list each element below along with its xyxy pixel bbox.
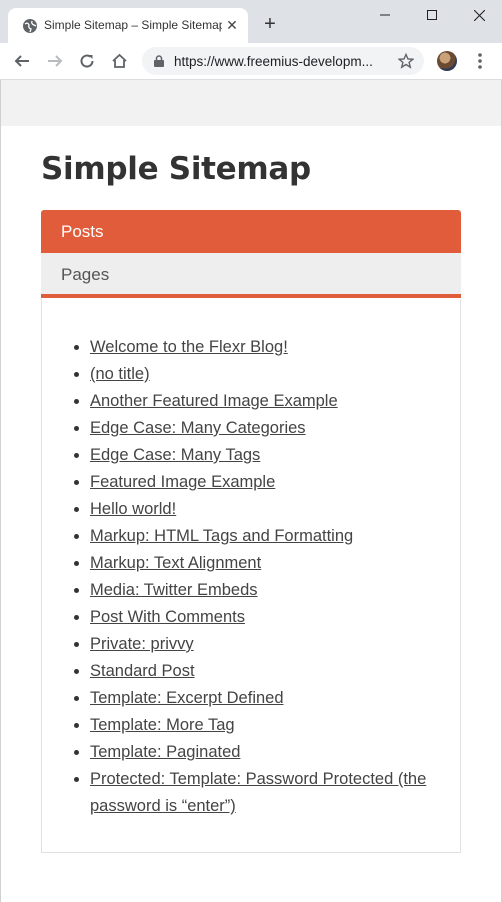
- tab-posts[interactable]: Posts: [41, 210, 461, 253]
- globe-icon: [23, 19, 37, 33]
- list-item: Private: privvy: [74, 631, 440, 658]
- sitemap-tabs: Posts Pages: [41, 210, 461, 298]
- post-link[interactable]: Edge Case: Many Tags: [90, 446, 260, 464]
- lock-icon: [154, 55, 164, 67]
- browser-toolbar: https://www.freemius-developm...: [0, 43, 502, 80]
- post-link[interactable]: Template: Excerpt Defined: [90, 689, 284, 707]
- profile-avatar[interactable]: [437, 51, 457, 71]
- list-item: Markup: Text Alignment: [74, 550, 440, 577]
- forward-arrow-icon[interactable]: [45, 51, 65, 71]
- list-item: Featured Image Example: [74, 469, 440, 496]
- close-window-icon[interactable]: [456, 0, 502, 30]
- list-item: Edge Case: Many Tags: [74, 442, 440, 469]
- tab-pages[interactable]: Pages: [41, 253, 461, 298]
- post-link[interactable]: Protected: Template: Password Protected …: [90, 770, 426, 815]
- maximize-icon[interactable]: [409, 0, 455, 30]
- post-link[interactable]: Private: privvy: [90, 635, 194, 653]
- post-link[interactable]: (no title): [90, 365, 150, 383]
- browser-tab[interactable]: Simple Sitemap – Simple Sitemap ✕: [8, 8, 248, 43]
- list-item: Welcome to the Flexr Blog!: [74, 334, 440, 361]
- address-bar[interactable]: https://www.freemius-developm...: [142, 47, 424, 75]
- post-link[interactable]: Welcome to the Flexr Blog!: [90, 338, 288, 356]
- list-item: Template: Paginated: [74, 739, 440, 766]
- list-item: Another Featured Image Example: [74, 388, 440, 415]
- post-link-list: Welcome to the Flexr Blog! (no title) An…: [74, 334, 440, 820]
- list-item: Protected: Template: Password Protected …: [74, 766, 440, 820]
- list-item: Template: More Tag: [74, 712, 440, 739]
- reload-icon[interactable]: [77, 51, 97, 71]
- post-link[interactable]: Template: Paginated: [90, 743, 240, 761]
- browser-tab-bar: Simple Sitemap – Simple Sitemap ✕ +: [0, 0, 502, 43]
- back-arrow-icon[interactable]: [12, 51, 32, 71]
- site-header-band: [0, 80, 502, 126]
- list-item: Media: Twitter Embeds: [74, 577, 440, 604]
- post-link[interactable]: Hello world!: [90, 500, 176, 518]
- close-tab-icon[interactable]: ✕: [224, 17, 240, 33]
- post-link[interactable]: Standard Post: [90, 662, 195, 680]
- sitemap-panel: Welcome to the Flexr Blog! (no title) An…: [41, 299, 461, 853]
- post-link[interactable]: Edge Case: Many Categories: [90, 419, 306, 437]
- new-tab-button[interactable]: +: [262, 14, 278, 34]
- post-link[interactable]: Template: More Tag: [90, 716, 235, 734]
- list-item: Standard Post: [74, 658, 440, 685]
- window-border-left: [0, 80, 1, 902]
- page-title: Simple Sitemap: [41, 151, 311, 187]
- list-item: Post With Comments: [74, 604, 440, 631]
- post-link[interactable]: Markup: HTML Tags and Formatting: [90, 527, 353, 545]
- list-item: (no title): [74, 361, 440, 388]
- list-item: Template: Excerpt Defined: [74, 685, 440, 712]
- post-link[interactable]: Media: Twitter Embeds: [90, 581, 258, 599]
- url-text: https://www.freemius-developm...: [174, 54, 373, 69]
- list-item: Hello world!: [74, 496, 440, 523]
- bookmark-star-icon[interactable]: [398, 53, 414, 69]
- post-link[interactable]: Markup: Text Alignment: [90, 554, 261, 572]
- tab-title: Simple Sitemap – Simple Sitemap: [44, 18, 222, 32]
- post-link[interactable]: Featured Image Example: [90, 473, 275, 491]
- list-item: Markup: HTML Tags and Formatting: [74, 523, 440, 550]
- home-icon[interactable]: [109, 51, 129, 71]
- more-menu-icon[interactable]: [470, 51, 490, 71]
- post-link[interactable]: Post With Comments: [90, 608, 245, 626]
- list-item: Edge Case: Many Categories: [74, 415, 440, 442]
- post-link[interactable]: Another Featured Image Example: [90, 392, 338, 410]
- minimize-icon[interactable]: [362, 0, 408, 30]
